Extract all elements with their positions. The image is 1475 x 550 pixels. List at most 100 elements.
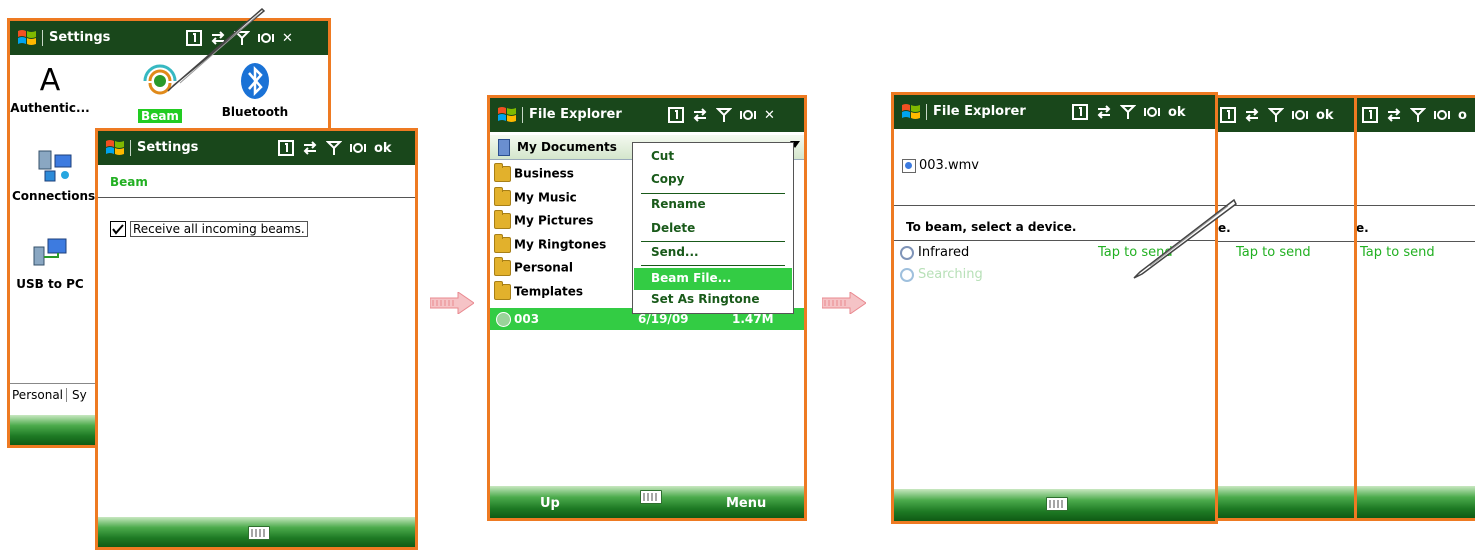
window-title: File Explorer <box>933 104 1026 119</box>
softkey-bar <box>1218 486 1354 518</box>
keyboard-icon[interactable] <box>640 490 662 504</box>
folder-icon <box>494 257 511 276</box>
volume-icon <box>1144 107 1160 117</box>
title-bar: ok <box>1218 98 1354 132</box>
windows-start-icon[interactable] <box>900 101 922 123</box>
icon-label: Bluetooth <box>221 105 289 119</box>
sim-1-icon <box>1220 107 1236 123</box>
menu-item-cut[interactable]: Cut <box>651 149 674 163</box>
connections-icon <box>38 150 72 182</box>
ok-button[interactable]: ok <box>1168 105 1186 120</box>
data-connection-icon <box>303 141 317 155</box>
icon-label: USB to PC <box>16 277 84 291</box>
data-connection-icon <box>1245 108 1259 122</box>
windows-start-icon[interactable] <box>496 104 518 126</box>
folder-list: Business My Music My Pictures My Rington… <box>494 163 606 308</box>
list-item[interactable]: Templates <box>494 280 606 308</box>
context-menu: Cut Copy Rename Delete Send... Beam File… <box>632 142 794 314</box>
flow-arrow-icon <box>430 292 474 314</box>
media-file-icon <box>902 158 916 173</box>
stylus-icon <box>1133 198 1237 279</box>
folder-icon <box>494 233 511 253</box>
file-explorer-screen: File Explorer ✕ My Documents Business My… <box>487 95 807 521</box>
keyboard-icon[interactable] <box>248 526 270 540</box>
section-header: Beam <box>110 175 148 189</box>
file-row: 003.wmv <box>902 158 979 173</box>
folder-icon <box>494 186 511 206</box>
window-title: Settings <box>49 30 111 45</box>
beam-settings-screen: Settings ok Beam Receive all incoming be… <box>95 128 418 550</box>
close-icon[interactable]: ✕ <box>282 31 293 46</box>
stylus-icon <box>167 7 266 92</box>
file-date: 6/19/09 <box>638 312 689 326</box>
signal-icon <box>1120 105 1136 119</box>
window-title: Settings <box>137 140 199 155</box>
usb-to-pc-icon <box>33 238 67 266</box>
signal-icon <box>326 141 342 155</box>
menu-item-copy[interactable]: Copy <box>651 172 684 186</box>
icon-authentication[interactable]: A Authentic... <box>10 61 90 115</box>
device-name: Infrared <box>918 245 970 260</box>
icon-connections[interactable]: Connections <box>10 145 100 203</box>
softkey-up[interactable]: Up <box>540 496 560 511</box>
title-bar: o <box>1356 98 1475 132</box>
menu-item-beam-file[interactable]: Beam File... <box>634 268 792 290</box>
tap-to-send-link[interactable]: Tap to send <box>1360 245 1435 260</box>
list-item[interactable]: Business <box>494 163 606 190</box>
window-title: File Explorer <box>529 107 622 122</box>
file-name: 003 <box>514 312 540 326</box>
sim-1-icon <box>668 107 684 123</box>
keyboard-icon[interactable] <box>1046 497 1068 511</box>
checkbox-label: Receive all incoming beams. <box>130 221 308 237</box>
title-bar: File Explorer ok <box>894 95 1215 129</box>
data-connection-icon <box>693 108 707 122</box>
list-item[interactable]: My Ringtones <box>494 233 606 261</box>
searching-status: Searching <box>918 267 983 282</box>
tap-to-send-link[interactable]: Tap to send <box>1236 245 1311 260</box>
list-item[interactable]: Personal <box>494 257 606 284</box>
icon-label: Authentic... <box>10 101 90 115</box>
beam-file-screen: File Explorer ok 003.wmv To beam, select… <box>891 92 1218 524</box>
ok-button[interactable]: ok <box>374 141 392 156</box>
signal-icon <box>1410 108 1426 122</box>
data-connection-icon <box>1097 105 1111 119</box>
prompt-text: e. <box>1356 221 1369 235</box>
list-item[interactable]: My Music <box>494 186 606 214</box>
signal-icon <box>716 108 732 122</box>
letter-a-icon: A <box>39 63 61 98</box>
file-name: 003.wmv <box>919 158 979 173</box>
icon-usb-to-pc[interactable]: USB to PC <box>10 233 90 291</box>
menu-item-rename[interactable]: Rename <box>651 197 706 211</box>
menu-item-send[interactable]: Send... <box>651 245 699 259</box>
icon-label: Beam <box>138 109 182 123</box>
checkbox-checked-icon[interactable] <box>110 221 126 237</box>
menu-item-delete[interactable]: Delete <box>651 221 695 235</box>
menu-item-set-as-ringtone[interactable]: Set As Ringtone <box>651 292 759 306</box>
list-item[interactable]: My Pictures <box>494 210 606 237</box>
tab-personal[interactable]: Personal <box>12 388 68 402</box>
close-icon[interactable]: ✕ <box>764 108 775 123</box>
title-bar: Settings ok <box>98 131 415 165</box>
volume-icon <box>350 143 366 153</box>
windows-start-icon[interactable] <box>16 27 38 49</box>
data-connection-icon <box>1387 108 1401 122</box>
sim-1-icon <box>1362 107 1378 123</box>
search-icon <box>900 268 914 282</box>
video-file-icon <box>496 312 511 327</box>
icon-label: Connections <box>12 189 96 203</box>
softkey-menu[interactable]: Menu <box>726 496 766 511</box>
ok-button[interactable]: o <box>1458 108 1467 123</box>
beam-status-screen-3: o e. Tap to send <box>1353 95 1475 521</box>
windows-start-icon[interactable] <box>104 137 126 159</box>
receive-beams-checkbox[interactable]: Receive all incoming beams. <box>110 221 308 237</box>
folder-icon <box>494 210 511 229</box>
volume-icon <box>740 110 756 120</box>
folder-icon <box>494 280 511 300</box>
file-size: 1.47M <box>732 312 774 326</box>
title-bar: File Explorer ✕ <box>490 98 804 132</box>
sim-1-icon <box>278 140 294 156</box>
dropdown-label: My Documents <box>517 140 617 154</box>
tab-system[interactable]: Sy <box>72 388 87 402</box>
softkey-bar: Up Menu <box>490 486 804 518</box>
ok-button[interactable]: ok <box>1316 108 1334 123</box>
